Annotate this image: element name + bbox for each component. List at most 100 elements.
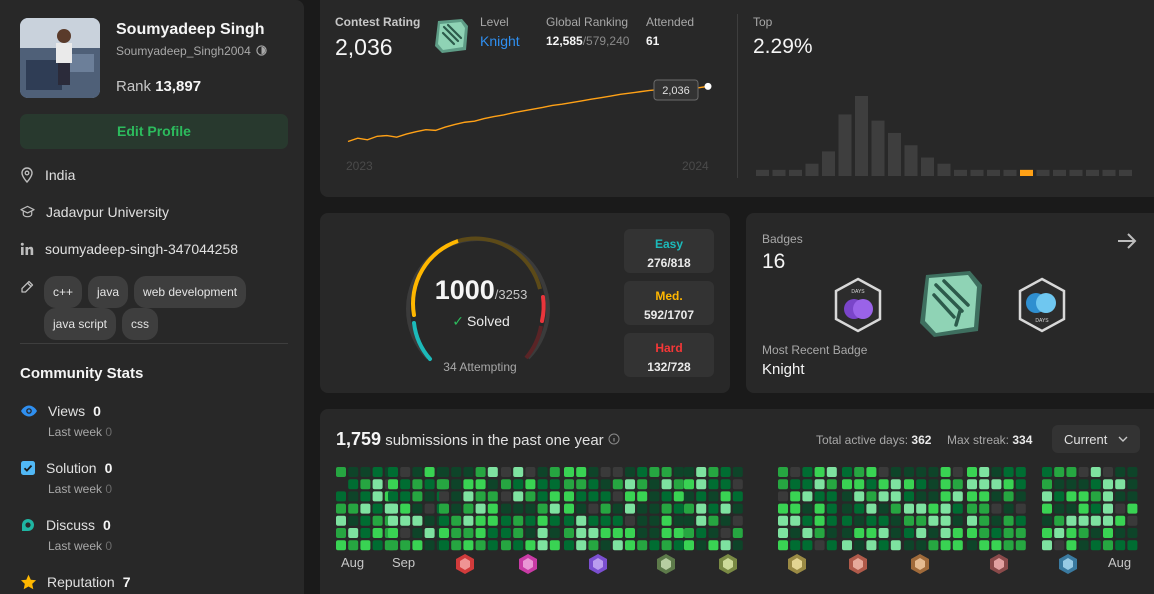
- heatmap-cell[interactable]: [451, 515, 462, 526]
- heatmap-cell[interactable]: [475, 540, 486, 551]
- heatmap-cell[interactable]: [588, 540, 599, 551]
- heatmap-cell[interactable]: [904, 479, 914, 490]
- heatmap-cell[interactable]: [720, 479, 731, 490]
- heatmap-cell[interactable]: [424, 515, 435, 526]
- heatmap-cell[interactable]: [842, 528, 852, 538]
- monthly-badge-icon[interactable]: [787, 553, 807, 575]
- heatmap-cell[interactable]: [1015, 491, 1026, 502]
- heatmap-cell[interactable]: [372, 528, 383, 538]
- heatmap-cell[interactable]: [778, 515, 788, 526]
- heatmap-cell[interactable]: [916, 540, 927, 551]
- heatmap-cell[interactable]: [661, 540, 672, 551]
- heatmap-cell[interactable]: [952, 491, 963, 502]
- heatmap-cell[interactable]: [696, 491, 707, 502]
- heatmap-cell[interactable]: [501, 491, 511, 502]
- heatmap-cell[interactable]: [1042, 515, 1052, 526]
- heatmap-cell[interactable]: [720, 540, 731, 551]
- heatmap-cell[interactable]: [600, 503, 611, 514]
- heatmap-cell[interactable]: [525, 515, 536, 526]
- heatmap-cell[interactable]: [696, 467, 707, 477]
- heatmap-cell[interactable]: [1003, 467, 1014, 477]
- heatmap-cell[interactable]: [732, 540, 743, 551]
- heatmap-cell[interactable]: [439, 503, 449, 514]
- heatmap-cell[interactable]: [802, 503, 813, 514]
- heatmap-cell[interactable]: [732, 503, 743, 514]
- heatmap-cell[interactable]: [360, 467, 371, 477]
- heatmap-cell[interactable]: [576, 515, 587, 526]
- heatmap-cell[interactable]: [600, 491, 611, 502]
- heatmap-cell[interactable]: [890, 491, 901, 502]
- heatmap-cell[interactable]: [790, 540, 801, 551]
- heatmap-cell[interactable]: [814, 528, 825, 538]
- heatmap-cell[interactable]: [463, 540, 474, 551]
- heatmap-cell[interactable]: [904, 467, 914, 477]
- heatmap-cell[interactable]: [348, 467, 359, 477]
- heatmap-cell[interactable]: [1066, 467, 1077, 477]
- heatmap-cell[interactable]: [336, 503, 346, 514]
- heatmap-cell[interactable]: [612, 540, 623, 551]
- heatmap-cell[interactable]: [696, 528, 707, 538]
- heatmap-cell[interactable]: [708, 467, 719, 477]
- heatmap-cell[interactable]: [424, 528, 435, 538]
- heatmap-cell[interactable]: [732, 467, 743, 477]
- heatmap-cell[interactable]: [878, 479, 889, 490]
- heatmap-cell[interactable]: [537, 479, 548, 490]
- heatmap-cell[interactable]: [866, 503, 877, 514]
- heatmap-cell[interactable]: [549, 515, 560, 526]
- heatmap-cell[interactable]: [600, 528, 611, 538]
- heatmap-cell[interactable]: [790, 491, 801, 502]
- heatmap-cell[interactable]: [1078, 528, 1089, 538]
- heatmap-cell[interactable]: [1015, 540, 1026, 551]
- heatmap-cell[interactable]: [600, 540, 611, 551]
- heatmap-cell[interactable]: [564, 528, 574, 538]
- heatmap-cell[interactable]: [525, 503, 536, 514]
- heatmap-cell[interactable]: [1103, 528, 1113, 538]
- heatmap-cell[interactable]: [790, 528, 801, 538]
- heatmap-cell[interactable]: [487, 467, 498, 477]
- days-badge-purple-icon[interactable]: DAYS: [832, 277, 884, 333]
- heatmap-cell[interactable]: [854, 503, 865, 514]
- heatmap-cell[interactable]: [1003, 515, 1014, 526]
- heatmap-cell[interactable]: [549, 479, 560, 490]
- heatmap-cell[interactable]: [451, 479, 462, 490]
- heatmap-cell[interactable]: [360, 491, 371, 502]
- heatmap-cell[interactable]: [842, 467, 852, 477]
- heatmap-cell[interactable]: [790, 479, 801, 490]
- heatmap-cell[interactable]: [904, 515, 914, 526]
- heatmap-cell[interactable]: [904, 503, 914, 514]
- heatmap-cell[interactable]: [475, 479, 486, 490]
- heatmap-cell[interactable]: [814, 467, 825, 477]
- heatmap-cell[interactable]: [778, 540, 788, 551]
- heatmap-cell[interactable]: [513, 467, 524, 477]
- heatmap-cell[interactable]: [979, 491, 990, 502]
- heatmap-cell[interactable]: [1115, 540, 1126, 551]
- heatmap-cell[interactable]: [928, 491, 939, 502]
- heatmap-cell[interactable]: [814, 491, 825, 502]
- heatmap-cell[interactable]: [684, 540, 694, 551]
- heatmap-cell[interactable]: [525, 467, 536, 477]
- heatmap-cell[interactable]: [878, 540, 889, 551]
- heatmap-cell[interactable]: [549, 467, 560, 477]
- heatmap-cell[interactable]: [1090, 540, 1101, 551]
- heatmap-cell[interactable]: [826, 503, 837, 514]
- heatmap-cell[interactable]: [1066, 528, 1077, 538]
- heatmap-cell[interactable]: [1003, 479, 1014, 490]
- heatmap-cell[interactable]: [684, 515, 694, 526]
- heatmap-cell[interactable]: [952, 515, 963, 526]
- heatmap-cell[interactable]: [576, 540, 587, 551]
- heatmap-cell[interactable]: [1042, 503, 1052, 514]
- heatmap-cell[interactable]: [979, 467, 990, 477]
- heatmap-cell[interactable]: [1127, 528, 1138, 538]
- heatmap-cell[interactable]: [600, 515, 611, 526]
- heatmap-cell[interactable]: [952, 479, 963, 490]
- heatmap-cell[interactable]: [1103, 515, 1113, 526]
- heatmap-cell[interactable]: [720, 491, 731, 502]
- heatmap-cell[interactable]: [940, 515, 951, 526]
- heatmap-cell[interactable]: [501, 479, 511, 490]
- heatmap-cell[interactable]: [501, 540, 511, 551]
- heatmap-cell[interactable]: [576, 491, 587, 502]
- heatmap-cell[interactable]: [673, 479, 684, 490]
- monthly-badge-icon[interactable]: [588, 553, 608, 575]
- heatmap-cell[interactable]: [732, 528, 743, 538]
- heatmap-cell[interactable]: [412, 467, 423, 477]
